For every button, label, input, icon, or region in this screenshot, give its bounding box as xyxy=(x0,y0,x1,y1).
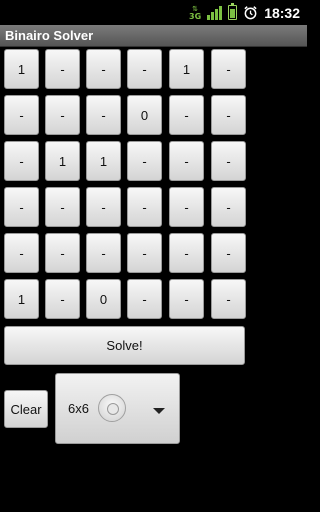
grid-cell[interactable]: - xyxy=(127,279,162,319)
clear-button[interactable]: Clear xyxy=(4,390,48,428)
grid-cell[interactable]: 1 xyxy=(4,279,39,319)
grid-cell[interactable]: - xyxy=(211,49,246,89)
grid-cell[interactable]: - xyxy=(169,187,204,227)
battery-icon xyxy=(228,3,238,20)
grid-cell[interactable]: - xyxy=(211,233,246,273)
grid-cell[interactable]: - xyxy=(86,49,121,89)
dropdown-arrow-icon xyxy=(153,408,165,414)
grid-cell[interactable]: 1 xyxy=(169,49,204,89)
grid-cell[interactable]: - xyxy=(4,233,39,273)
grid-cell[interactable]: - xyxy=(211,279,246,319)
grid-cell[interactable]: - xyxy=(169,141,204,181)
grid-size-value: 6x6 xyxy=(68,401,89,416)
network-3g-icon: ⇅ 3G xyxy=(189,4,202,21)
grid-cell[interactable]: - xyxy=(169,279,204,319)
status-bar: ⇅ 3G 18:32 xyxy=(0,0,307,25)
status-clock: 18:32 xyxy=(264,4,300,21)
grid-cell[interactable]: - xyxy=(4,141,39,181)
grid-cell[interactable]: - xyxy=(169,95,204,135)
grid-cell[interactable]: - xyxy=(45,187,80,227)
signal-strength-icon xyxy=(207,5,223,20)
grid-cell[interactable]: 0 xyxy=(86,279,121,319)
grid-cell[interactable]: - xyxy=(127,141,162,181)
grid-cell[interactable]: - xyxy=(45,49,80,89)
grid-cell[interactable]: - xyxy=(211,141,246,181)
grid-cell[interactable]: - xyxy=(211,187,246,227)
grid-cell[interactable]: 1 xyxy=(45,141,80,181)
grid-cell[interactable]: 0 xyxy=(127,95,162,135)
grid-cell[interactable]: - xyxy=(4,95,39,135)
solve-button[interactable]: Solve! xyxy=(4,326,245,365)
grid-cell[interactable]: - xyxy=(86,233,121,273)
grid-cell[interactable]: - xyxy=(127,49,162,89)
grid-cell[interactable]: - xyxy=(169,233,204,273)
grid-cell[interactable]: 1 xyxy=(86,141,121,181)
grid-cell[interactable]: 1 xyxy=(4,49,39,89)
app-title: Binairo Solver xyxy=(0,25,307,47)
alarm-clock-icon xyxy=(244,6,257,20)
grid-cell[interactable]: - xyxy=(127,187,162,227)
grid-cell[interactable]: - xyxy=(45,279,80,319)
grid-size-select[interactable]: 6x6 xyxy=(55,373,180,444)
grid-cell[interactable]: - xyxy=(86,95,121,135)
grid-cell[interactable]: - xyxy=(45,233,80,273)
grid-cell[interactable]: - xyxy=(4,187,39,227)
grid-cell[interactable]: - xyxy=(45,95,80,135)
grid-cell[interactable]: - xyxy=(86,187,121,227)
radio-icon xyxy=(98,394,126,422)
grid-cell[interactable]: - xyxy=(127,233,162,273)
grid-cell[interactable]: - xyxy=(211,95,246,135)
